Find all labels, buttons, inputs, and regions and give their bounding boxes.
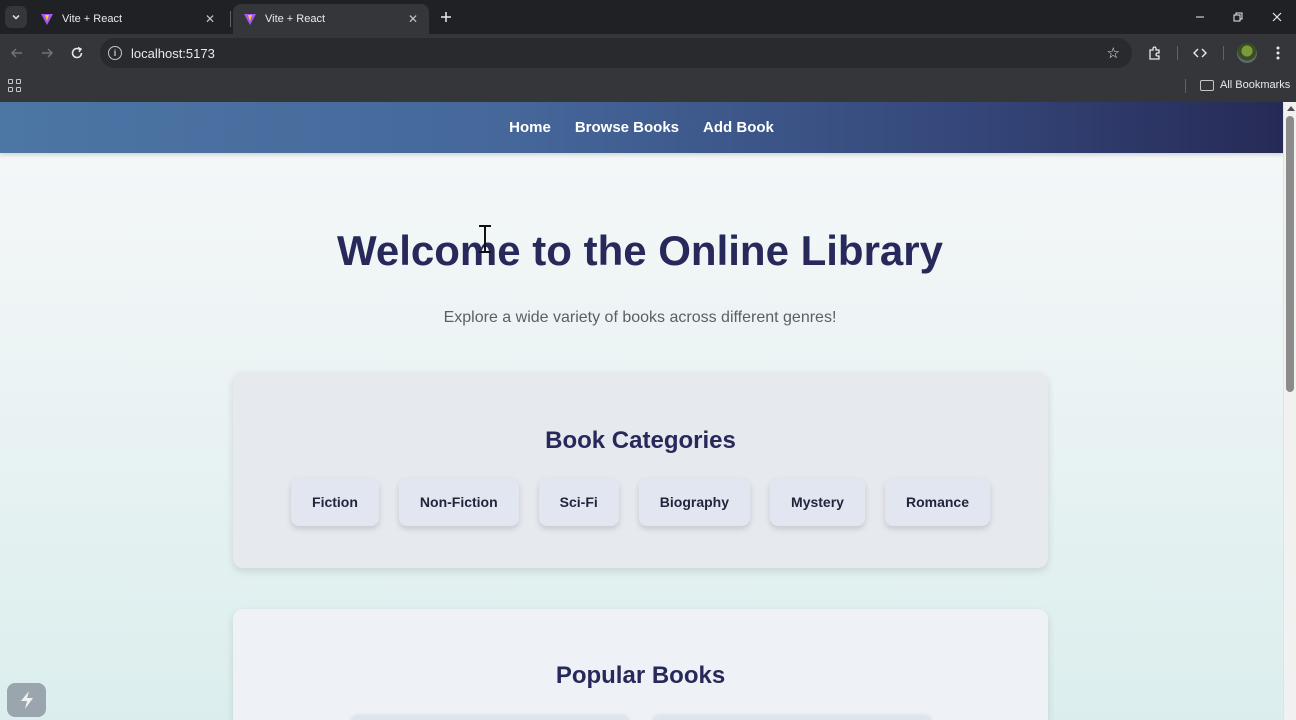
- close-icon[interactable]: ✕: [405, 11, 421, 27]
- plus-icon: [441, 12, 451, 22]
- code-icon: [1193, 48, 1207, 58]
- minimize-icon: [1196, 16, 1204, 18]
- new-tab-button[interactable]: [437, 8, 455, 26]
- bookmarks-bar: [0, 72, 1296, 102]
- category-button-romance[interactable]: Romance: [884, 478, 990, 526]
- vite-logo-icon: [243, 12, 257, 26]
- category-button-sci-fi[interactable]: Sci-Fi: [538, 478, 619, 526]
- address-bar[interactable]: i localhost:5173 ☆: [100, 38, 1132, 68]
- tab-title: Vite + React: [265, 13, 326, 25]
- category-button-non-fiction[interactable]: Non-Fiction: [398, 478, 519, 526]
- reload-button[interactable]: [67, 43, 87, 63]
- site-info-icon[interactable]: i: [108, 46, 122, 60]
- category-button-mystery[interactable]: Mystery: [770, 478, 865, 526]
- toolbar-divider: [1223, 46, 1224, 60]
- folder-icon: [1200, 79, 1214, 91]
- url-text[interactable]: localhost:5173: [131, 46, 215, 61]
- floating-widget-button[interactable]: [7, 683, 46, 717]
- vite-logo-icon: [40, 12, 54, 26]
- nav-link-add-book[interactable]: Add Book: [703, 119, 774, 136]
- all-bookmarks-button[interactable]: All Bookmarks: [1200, 77, 1290, 93]
- book-card[interactable]: [652, 715, 932, 720]
- reload-icon: [71, 46, 83, 59]
- tab-strip: Vite + React ✕ Vite + React ✕: [0, 0, 1296, 34]
- more-vert-icon: [1276, 46, 1280, 60]
- category-button-fiction[interactable]: Fiction: [291, 478, 379, 526]
- tab-divider: [230, 11, 231, 27]
- apps-grid-icon[interactable]: [8, 79, 21, 92]
- minimize-button[interactable]: [1185, 6, 1215, 28]
- browser-toolbar: i localhost:5173 ☆: [0, 34, 1296, 72]
- all-bookmarks-label: All Bookmarks: [1220, 79, 1291, 91]
- close-window-button[interactable]: [1262, 6, 1292, 28]
- tab-vite-react-2[interactable]: Vite + React ✕: [233, 4, 429, 34]
- bookmarks-divider: [1185, 79, 1186, 93]
- restore-icon: [1233, 12, 1243, 22]
- arrow-right-icon: [42, 48, 54, 58]
- devtools-button[interactable]: [1190, 43, 1210, 63]
- book-categories-card: Book Categories Fiction Non-Fiction Sci-…: [233, 372, 1048, 568]
- scrollbar-thumb[interactable]: [1286, 116, 1294, 392]
- page-title: Welcome to the Online Library: [336, 227, 943, 274]
- puzzle-icon: [1149, 46, 1160, 60]
- lightning-icon: [20, 691, 33, 709]
- categories-heading: Book Categories: [545, 427, 736, 454]
- menu-button[interactable]: [1268, 43, 1288, 63]
- category-button-biography[interactable]: Biography: [638, 478, 751, 526]
- page-subtitle: Explore a wide variety of books across d…: [443, 309, 837, 326]
- extensions-button[interactable]: [1145, 43, 1165, 63]
- profile-avatar[interactable]: [1237, 43, 1257, 63]
- arrow-left-icon: [10, 48, 22, 58]
- scroll-up-arrow-icon[interactable]: [1287, 106, 1295, 111]
- bookmark-star-icon[interactable]: ☆: [1107, 44, 1120, 62]
- tab-title: Vite + React: [62, 13, 123, 25]
- tab-search-button[interactable]: [5, 6, 27, 28]
- close-icon[interactable]: ✕: [202, 11, 218, 27]
- site-navbar: Home Browse Books Add Book: [0, 102, 1283, 153]
- popular-books-card: Popular Books: [233, 609, 1048, 720]
- text-cursor-icon: [478, 224, 492, 254]
- back-button[interactable]: [7, 43, 27, 63]
- category-list: Fiction Non-Fiction Sci-Fi Biography Mys…: [233, 478, 1048, 526]
- restore-button[interactable]: [1223, 6, 1253, 28]
- forward-button[interactable]: [37, 43, 57, 63]
- page-viewport: Home Browse Books Add Book Welcome to th…: [0, 102, 1283, 720]
- chevron-down-icon: [12, 14, 20, 20]
- book-card[interactable]: [350, 715, 630, 720]
- nav-link-browse-books[interactable]: Browse Books: [575, 119, 679, 136]
- nav-link-home[interactable]: Home: [509, 119, 551, 136]
- vertical-scrollbar[interactable]: [1283, 102, 1296, 720]
- tab-vite-react-1[interactable]: Vite + React ✕: [30, 4, 226, 34]
- toolbar-divider: [1177, 46, 1178, 60]
- popular-heading: Popular Books: [555, 662, 726, 689]
- close-icon: [1272, 12, 1282, 22]
